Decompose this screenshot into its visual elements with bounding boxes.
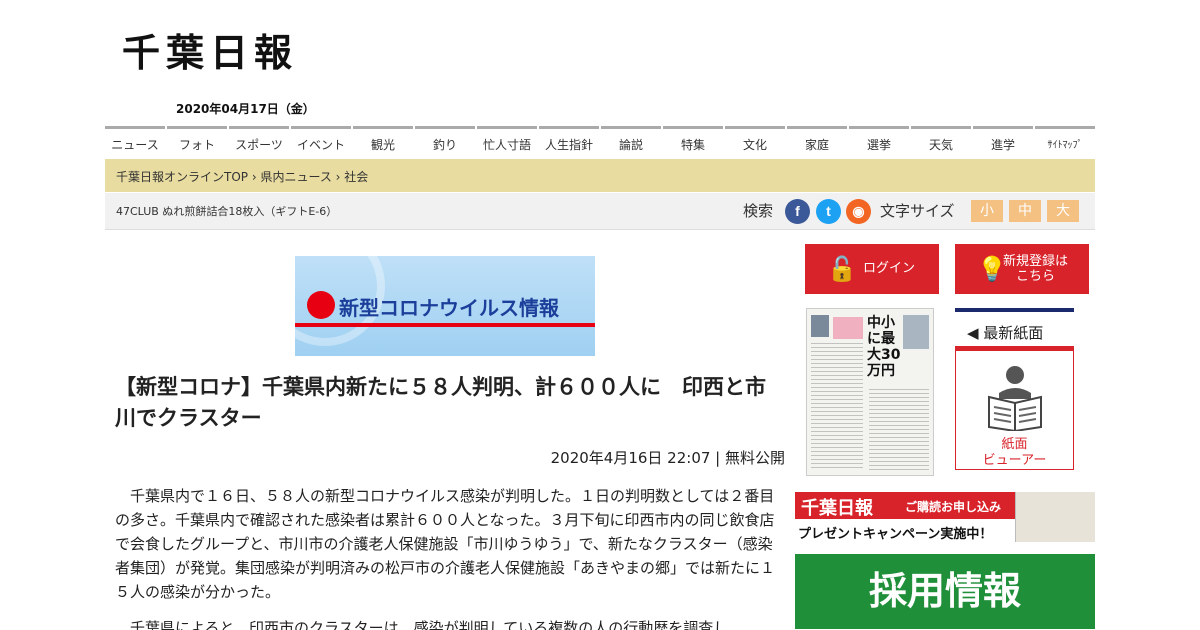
- newspaper-thumbnail[interactable]: 中小に最大30万円: [806, 308, 934, 476]
- search-label[interactable]: 検索: [743, 200, 773, 221]
- twitter-icon[interactable]: t: [816, 199, 841, 224]
- nav-item[interactable]: 特集: [663, 126, 723, 158]
- newspaper-reader-icon: [988, 366, 1042, 431]
- rss-icon[interactable]: ◉: [846, 199, 871, 224]
- login-button[interactable]: 🔓 ログイン: [805, 244, 939, 294]
- subscription-banner[interactable]: 千葉日報 ご購読お申し込み プレゼントキャンペーン実施中！: [795, 492, 1095, 542]
- nav-item[interactable]: ニュース: [105, 126, 165, 158]
- article-body: 千葉県内で１６日、５８人の新型コロナウイルス感染が判明した。１日の判明数としては…: [115, 484, 787, 630]
- subscription-campaign: プレゼントキャンペーン実施中！: [798, 527, 993, 542]
- breadcrumb-link[interactable]: 社会: [344, 170, 368, 184]
- lock-icon: 🔓: [827, 255, 857, 283]
- nav-item[interactable]: 家庭: [787, 126, 847, 158]
- site-logo[interactable]: 千葉日報: [122, 30, 334, 76]
- thumbnail-photo: [903, 315, 929, 349]
- register-label: 新規登録は こちら: [1003, 254, 1069, 284]
- article-paragraph: 千葉県によると、印西市のクラスターは、感染が判明している複数の人の行動歴を調査し: [130, 619, 729, 630]
- nav-item[interactable]: 釣り: [415, 126, 475, 158]
- breadcrumb: 千葉日報オンラインTOP › 県内ニュース › 社会: [105, 159, 1095, 192]
- nav-item[interactable]: フォト: [167, 126, 227, 158]
- nav-item[interactable]: 人生指針: [539, 126, 599, 158]
- corona-info-banner[interactable]: 新型コロナウイルス情報: [295, 256, 595, 356]
- banner-underline: [295, 323, 595, 327]
- red-dot-icon: [307, 291, 335, 319]
- login-label: ログイン: [863, 261, 916, 276]
- font-size-label: 文字サイズ: [880, 202, 955, 220]
- banner-text: 新型コロナウイルス情報: [339, 296, 559, 320]
- nav-item[interactable]: 選挙: [849, 126, 909, 158]
- breadcrumb-link[interactable]: 千葉日報オンラインTOP: [116, 170, 248, 184]
- font-size-medium-button[interactable]: 中: [1009, 200, 1041, 222]
- nav-item[interactable]: 天気: [911, 126, 971, 158]
- sub-bar: 47CLUB ぬれ煎餅詰合18枚入（ギフトE-6） 検索 f t ◉ 文字サイズ 小…: [105, 193, 1095, 230]
- breadcrumb-separator: ›: [331, 170, 345, 184]
- nav-item[interactable]: イベント: [291, 126, 351, 158]
- article-meta: 2020年4月16日 22:07 | 無料公開: [550, 449, 785, 467]
- nav-item[interactable]: スポーツ: [229, 126, 289, 158]
- nav-item[interactable]: 論説: [601, 126, 661, 158]
- thumbnail-text-column: [811, 343, 863, 471]
- current-date: 2020年04月17日（金）: [176, 102, 315, 116]
- subscription-logo: 千葉日報: [801, 498, 873, 519]
- thumbnail-headline: 中小に最大30万円: [867, 315, 901, 379]
- nav-item[interactable]: 忙人寸語: [477, 126, 537, 158]
- breadcrumb-separator: ›: [248, 170, 261, 184]
- promo-link[interactable]: 47CLUB ぬれ煎餅詰合18枚入（ギフトE-6）: [116, 203, 337, 219]
- latest-edition-title[interactable]: ◀ 最新紙面: [967, 322, 1043, 343]
- thumbnail-graphic: [833, 317, 863, 339]
- thumbnail-text-column: [869, 389, 929, 471]
- thumbnail-photo: [811, 315, 829, 337]
- recruit-button[interactable]: 採用情報: [795, 554, 1095, 629]
- subscription-tag: ご購読お申し込み: [905, 500, 1002, 514]
- breadcrumb-link[interactable]: 県内ニュース: [260, 170, 331, 184]
- article-paragraph: 千葉県内で１６日、５８人の新型コロナウイルス感染が判明した。１日の判明数としては…: [115, 487, 776, 601]
- register-button[interactable]: 💡 新規登録は こちら: [955, 244, 1089, 294]
- nav-item[interactable]: 文化: [725, 126, 785, 158]
- newspaper-image: [1015, 492, 1095, 542]
- global-nav: ニュース フォト スポーツ イベント 観光 釣り 忙人寸語 人生指針 論説 特集 文化 家庭 選挙 天気進…: [105, 126, 1095, 158]
- nav-item[interactable]: 観光: [353, 126, 413, 158]
- paper-viewer-button[interactable]: 紙面 ビューアー: [955, 346, 1074, 470]
- font-size-small-button[interactable]: 小: [971, 200, 1003, 222]
- font-size-large-button[interactable]: 大: [1047, 200, 1079, 222]
- nav-item[interactable]: 進学: [973, 126, 1033, 158]
- nav-item[interactable]: ｻｲﾄﾏｯﾌﾟ: [1035, 126, 1095, 158]
- paper-viewer-label: 紙面 ビューアー: [982, 437, 1047, 468]
- article-headline: 【新型コロナ】千葉県内新たに５８人判明、計６００人に 印西と市川でクラスター: [115, 375, 766, 430]
- facebook-icon[interactable]: f: [785, 199, 810, 224]
- latest-edition-panel: ◀ 最新紙面 紙面 ビューアー: [955, 308, 1074, 470]
